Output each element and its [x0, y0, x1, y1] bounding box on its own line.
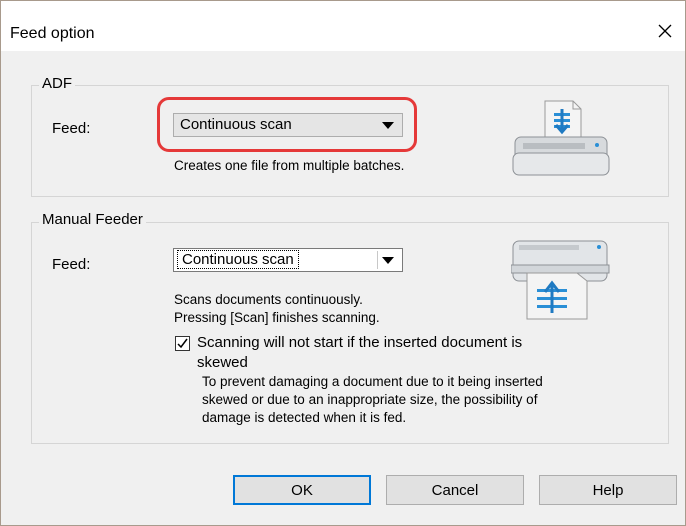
skew-note-line3: damage is detected when it is fed. [202, 410, 407, 425]
feed-option-dialog: Feed option ADF Feed: Continuous scan Cr… [0, 0, 686, 526]
skew-check-label-line2[interactable]: skewed [197, 354, 248, 371]
chevron-down-icon [382, 257, 394, 264]
checkmark-icon [177, 338, 188, 349]
cancel-button[interactable]: Cancel [386, 475, 524, 505]
dropdown-separator [377, 251, 378, 269]
adf-group-label: ADF [39, 75, 75, 92]
manual-feed-value: Continuous scan [177, 250, 299, 269]
adf-description: Creates one file from multiple batches. [174, 158, 405, 173]
skew-check-label-line1[interactable]: Scanning will not start if the inserted … [197, 334, 522, 351]
skew-note-line2: skewed or due to an inappropriate size, … [202, 392, 538, 407]
manual-description-line1: Scans documents continuously. [174, 292, 363, 307]
close-icon [658, 24, 672, 38]
manual-feeder-scanner-icon [511, 240, 610, 320]
manual-feed-dropdown[interactable]: Continuous scan [173, 248, 403, 272]
adf-scanner-icon [512, 100, 610, 176]
help-button[interactable]: Help [539, 475, 677, 505]
skew-note-line1: To prevent damaging a document due to it… [202, 374, 543, 389]
manual-description-line2: Pressing [Scan] finishes scanning. [174, 310, 380, 325]
dialog-title: Feed option [10, 25, 95, 42]
manual-feeder-group-label: Manual Feeder [39, 211, 146, 228]
adf-feed-label: Feed: [52, 120, 91, 137]
title-bar: Feed option [1, 1, 685, 51]
highlight-annotation [157, 97, 417, 152]
manual-feed-label: Feed: [52, 256, 91, 273]
ok-button[interactable]: OK [233, 475, 371, 505]
close-button[interactable] [649, 15, 681, 47]
skew-check-checkbox[interactable] [175, 336, 190, 351]
